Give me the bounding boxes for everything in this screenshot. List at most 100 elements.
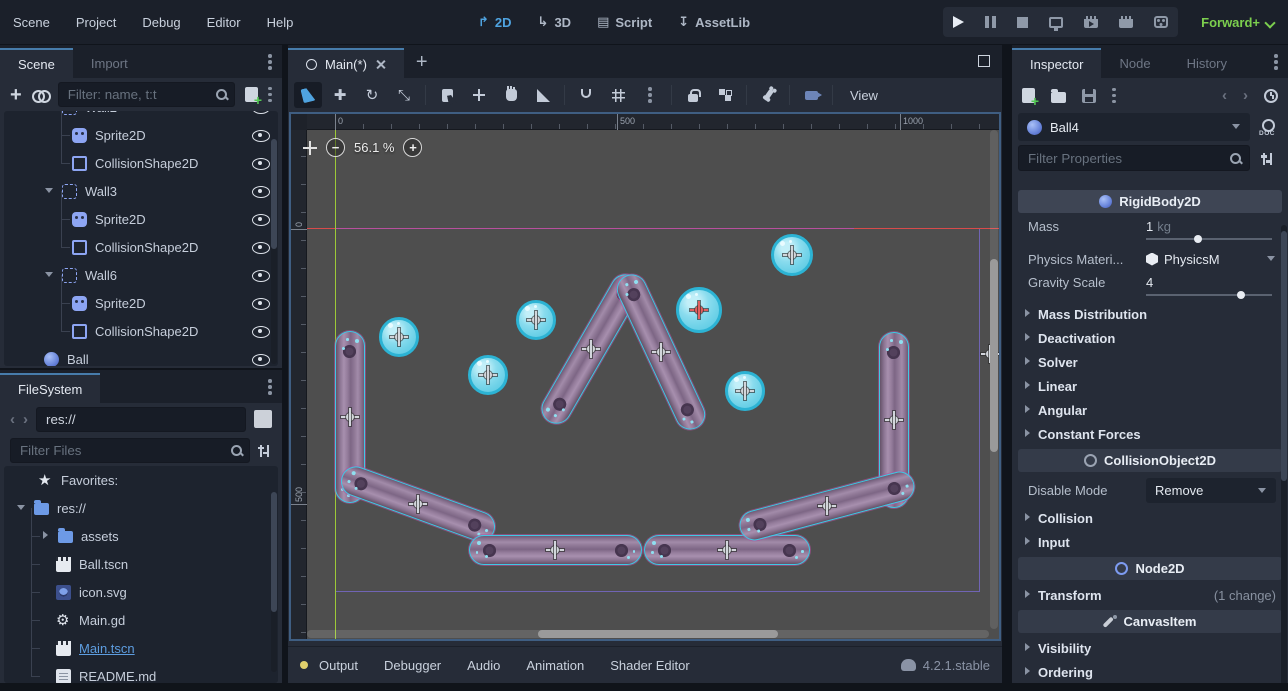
- group-input[interactable]: Input: [1016, 530, 1284, 554]
- stop-icon[interactable]: [1017, 17, 1028, 28]
- history-back-icon[interactable]: ‹: [1222, 87, 1227, 104]
- inspector-scrollbar[interactable]: [1281, 225, 1287, 685]
- file-filter-input[interactable]: [10, 438, 250, 463]
- group-collision[interactable]: Collision: [1016, 506, 1284, 530]
- new-scene-tab-icon[interactable]: +: [404, 51, 440, 78]
- lock-selection[interactable]: [679, 82, 707, 108]
- view-menu[interactable]: View: [840, 88, 888, 103]
- hscroll-thumb[interactable]: [538, 630, 778, 638]
- mode-2d[interactable]: ↱2D: [470, 14, 520, 30]
- play-icon[interactable]: [953, 16, 964, 28]
- panel-debugger[interactable]: Debugger: [373, 653, 452, 678]
- path-field[interactable]: [36, 407, 246, 432]
- canvas-hscrollbar[interactable]: [307, 630, 989, 638]
- visibility-eye-icon[interactable]: [252, 127, 270, 143]
- chevron-down-icon[interactable]: [16, 503, 26, 513]
- history-forward-icon[interactable]: ›: [23, 411, 28, 428]
- canvas-viewport[interactable]: 0 500 1000 0 500 − 56.1 % +: [289, 112, 1001, 641]
- mode-script[interactable]: ▤Script: [589, 14, 660, 30]
- file-row[interactable]: Favorites:: [4, 466, 278, 494]
- skeleton-options[interactable]: [754, 82, 782, 108]
- group-selection[interactable]: [711, 82, 739, 108]
- visibility-eye-icon[interactable]: [252, 183, 270, 199]
- zoom-out-button[interactable]: −: [326, 138, 345, 157]
- panel-animation[interactable]: Animation: [515, 653, 595, 678]
- file-tree-scrollbar[interactable]: [271, 492, 277, 672]
- close-icon[interactable]: [375, 59, 386, 70]
- group-solver[interactable]: Solver: [1016, 350, 1284, 374]
- panel-output[interactable]: Output: [308, 653, 369, 678]
- tab-filesystem[interactable]: FileSystem: [0, 373, 100, 403]
- mode-3d[interactable]: ↳3D: [530, 14, 580, 30]
- property-filter-input[interactable]: [1018, 145, 1250, 171]
- visibility-eye-icon[interactable]: [252, 267, 270, 283]
- open-docs-button[interactable]: [1254, 113, 1282, 141]
- move-tool[interactable]: ✚: [326, 82, 354, 108]
- split-mode-icon[interactable]: [254, 410, 272, 428]
- new-resource-icon[interactable]: [1022, 88, 1035, 103]
- scene-tree-row[interactable]: Wall2: [4, 111, 278, 121]
- scene-filter-input[interactable]: [58, 82, 235, 107]
- play-custom-scene-icon[interactable]: [1119, 16, 1133, 28]
- file-row[interactable]: res://: [4, 494, 278, 522]
- load-resource-icon[interactable]: [1051, 92, 1066, 103]
- smart-snap-toggle[interactable]: [572, 82, 600, 108]
- file-row[interactable]: assets: [4, 522, 278, 550]
- disable-mode-dropdown[interactable]: Remove: [1146, 478, 1276, 503]
- snap-options-menu[interactable]: [636, 82, 664, 108]
- pause-icon[interactable]: [985, 16, 996, 28]
- menu-scene[interactable]: Scene: [0, 15, 63, 30]
- preview-camera[interactable]: [797, 82, 825, 108]
- class-header-rigidbody2d[interactable]: RigidBody2D: [1018, 190, 1282, 213]
- history-forward-icon[interactable]: ›: [1243, 87, 1248, 104]
- visibility-eye-icon[interactable]: [252, 155, 270, 171]
- scene-tree-row[interactable]: CollisionShape2D: [4, 149, 278, 177]
- zoom-level[interactable]: 56.1 %: [354, 140, 394, 155]
- tab-node[interactable]: Node: [1101, 48, 1168, 78]
- group-constant-forces[interactable]: Constant Forces: [1016, 422, 1284, 446]
- panel-audio[interactable]: Audio: [456, 653, 511, 678]
- grid-snap-toggle[interactable]: [604, 82, 632, 108]
- dock-menu-icon[interactable]: [268, 379, 272, 395]
- chevron-down-icon[interactable]: [44, 186, 54, 196]
- scene-tree-row[interactable]: Sprite2D: [4, 205, 278, 233]
- visibility-eye-icon[interactable]: [252, 111, 270, 115]
- file-row[interactable]: Main.tscn: [4, 634, 278, 662]
- scene-tree-row[interactable]: CollisionShape2D: [4, 317, 278, 345]
- list-select-tool[interactable]: [433, 82, 461, 108]
- gravity-scale-value[interactable]: 4: [1146, 275, 1153, 290]
- chevron-right-icon[interactable]: [40, 531, 50, 541]
- menu-help[interactable]: Help: [254, 15, 307, 30]
- scene-tree-row[interactable]: Sprite2D: [4, 121, 278, 149]
- renderer-selector[interactable]: Forward+: [1201, 0, 1274, 44]
- instance-scene-icon[interactable]: [32, 90, 48, 100]
- remote-play-icon[interactable]: [1049, 17, 1063, 28]
- tab-inspector[interactable]: Inspector: [1012, 48, 1101, 78]
- scene-tab-main[interactable]: Main(*): [288, 48, 404, 78]
- tab-history[interactable]: History: [1169, 48, 1245, 78]
- scene-tree-row[interactable]: Wall3: [4, 177, 278, 205]
- group-ordering[interactable]: Ordering: [1016, 660, 1284, 683]
- version-info[interactable]: 4.2.1.stable: [901, 658, 990, 673]
- visibility-eye-icon[interactable]: [252, 323, 270, 339]
- group-angular[interactable]: Angular: [1016, 398, 1284, 422]
- file-row[interactable]: icon.svg: [4, 578, 278, 606]
- scene-tree-menu-icon[interactable]: [268, 87, 272, 103]
- scene-tree-row[interactable]: CollisionShape2D: [4, 233, 278, 261]
- visibility-eye-icon[interactable]: [252, 239, 270, 255]
- movie-maker-icon[interactable]: [1154, 16, 1168, 28]
- menu-editor[interactable]: Editor: [194, 15, 254, 30]
- scale-tool[interactable]: ⤡: [390, 82, 418, 108]
- group-linear[interactable]: Linear: [1016, 374, 1284, 398]
- class-header-node2d[interactable]: Node2D: [1018, 557, 1282, 580]
- vscroll-thumb[interactable]: [990, 259, 998, 452]
- group-deactivation[interactable]: Deactivation: [1016, 326, 1284, 350]
- save-resource-icon[interactable]: [1082, 89, 1096, 103]
- visibility-eye-icon[interactable]: [252, 351, 270, 366]
- pivot-tool[interactable]: [465, 82, 493, 108]
- class-header-collisionobject2d[interactable]: CollisionObject2D: [1018, 449, 1282, 472]
- menu-project[interactable]: Project: [63, 15, 129, 30]
- canvas-vscrollbar[interactable]: [990, 130, 998, 629]
- dock-menu-icon[interactable]: [1274, 54, 1278, 70]
- tab-scene[interactable]: Scene: [0, 48, 73, 78]
